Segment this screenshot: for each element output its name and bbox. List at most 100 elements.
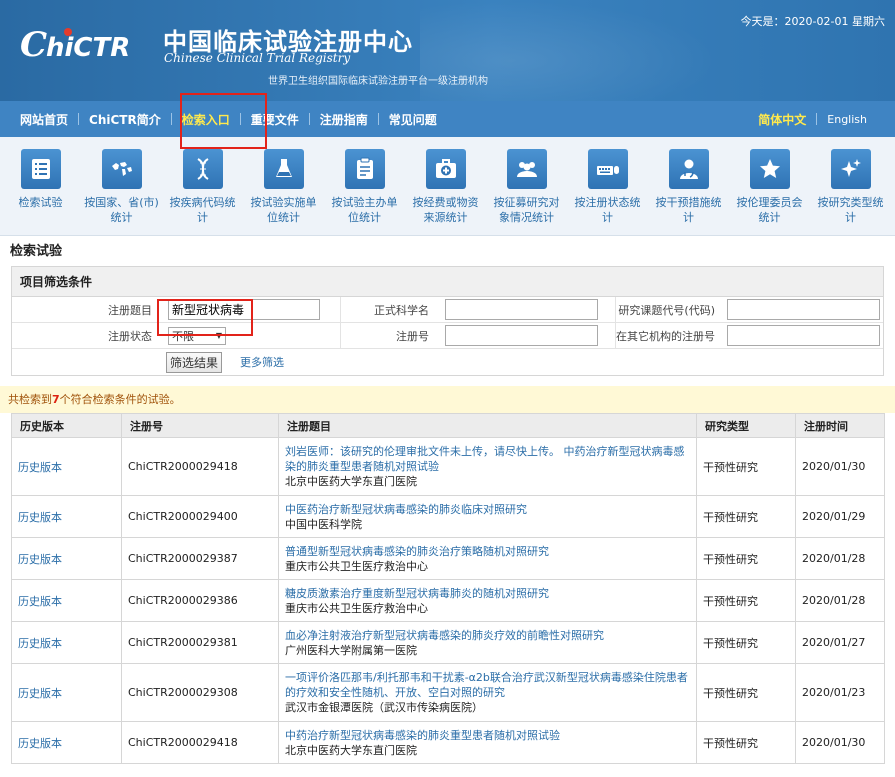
registration-date: 2020/01/29 bbox=[795, 495, 885, 538]
stat-label: 按国家、省(市)统计 bbox=[84, 196, 159, 224]
trial-title-link[interactable]: 血必净注射液治疗新型冠状病毒感染的肺炎疗效的前瞻性对照研究 bbox=[285, 628, 690, 643]
stat-label: 按经费或物资来源统计 bbox=[412, 196, 479, 224]
main-nav: 网站首页 ChiCTR简介 检索入口 重要文件 注册指南 常见问题 简体中文 E… bbox=[0, 101, 895, 137]
stat-label: 按试验主办单位统计 bbox=[331, 196, 398, 224]
col-title: 注册题目 bbox=[278, 413, 697, 438]
sparkle-icon bbox=[840, 159, 861, 177]
stat-by-intervention[interactable]: 按干预措施统计 bbox=[648, 149, 729, 235]
lang-en-link[interactable]: English bbox=[817, 113, 877, 126]
history-version-link[interactable]: 历史版本 bbox=[11, 437, 122, 496]
regno-input[interactable] bbox=[445, 325, 598, 346]
world-map-icon bbox=[111, 162, 132, 176]
table-header-row: 历史版本 注册号 注册题目 研究类型 注册时间 bbox=[11, 413, 885, 438]
stat-by-status[interactable]: 按注册状态统计 bbox=[567, 149, 648, 235]
doctor-icon bbox=[679, 159, 698, 179]
history-version-link[interactable]: 历史版本 bbox=[11, 495, 122, 538]
result-count: 7 bbox=[52, 393, 60, 406]
registration-number: ChiCTR2000029418 bbox=[121, 437, 279, 496]
list-icon bbox=[31, 159, 50, 179]
trial-organization: 北京中医药大学东直门医院 bbox=[285, 475, 417, 488]
nav-home[interactable]: 网站首页 bbox=[0, 111, 78, 128]
study-type: 干预性研究 bbox=[696, 721, 796, 764]
registration-date: 2020/01/27 bbox=[795, 621, 885, 664]
notice-suffix: 个符合检索条件的试验。 bbox=[59, 393, 181, 406]
study-type: 干预性研究 bbox=[696, 663, 796, 722]
site-tagline: 世界卫生组织国际临床试验注册平台一级注册机构 bbox=[268, 76, 488, 87]
history-version-link[interactable]: 历史版本 bbox=[11, 663, 122, 722]
trial-title-cell: 刘岩医师：该研究的伦理审批文件未上传，请尽快上传。 中药治疗新型冠状病毒感染的肺… bbox=[278, 437, 697, 496]
trial-organization: 北京中医药大学东直门医院 bbox=[285, 743, 417, 757]
reg-title-label: 注册题目 bbox=[108, 303, 152, 317]
nav-guide[interactable]: 注册指南 bbox=[310, 111, 378, 128]
stat-label: 按研究类型统计 bbox=[817, 196, 884, 224]
trial-title-cell: 血必净注射液治疗新型冠状病毒感染的肺炎疗效的前瞻性对照研究 广州医科大学附属第一医… bbox=[278, 621, 697, 664]
trial-title-link[interactable]: 一项评价洛匹那韦/利托那韦和干扰素-α2b联合治疗武汉新型冠状病毒感染住院患者的… bbox=[285, 670, 690, 700]
stat-by-country[interactable]: 按国家、省(市)统计 bbox=[81, 149, 162, 235]
trial-title-link[interactable]: 刘岩医师：该研究的伦理审批文件未上传，请尽快上传。 中药治疗新型冠状病毒感染的肺… bbox=[285, 444, 690, 474]
history-version-link[interactable]: 历史版本 bbox=[11, 537, 122, 580]
stat-by-sponsor[interactable]: 按试验主办单位统计 bbox=[324, 149, 405, 235]
stat-by-disease[interactable]: 按疾病代码统计 bbox=[162, 149, 243, 235]
star-icon bbox=[759, 159, 780, 178]
nav-about[interactable]: ChiCTR简介 bbox=[79, 111, 171, 128]
code-input[interactable] bbox=[727, 299, 880, 320]
stat-label: 按伦理委员会统计 bbox=[736, 196, 803, 224]
table-row: 历史版本 ChiCTR2000029400 中医药治疗新型冠状病毒感染的肺炎临床对照… bbox=[11, 495, 885, 538]
stat-label: 按注册状态统计 bbox=[574, 196, 641, 224]
other-regno-input[interactable] bbox=[727, 325, 880, 346]
result-count-notice: 共检索到7个符合检索条件的试验。 bbox=[0, 386, 895, 413]
study-type: 干预性研究 bbox=[696, 495, 796, 538]
registration-date: 2020/01/30 bbox=[795, 721, 885, 764]
registration-date: 2020/01/23 bbox=[795, 663, 885, 722]
trial-title-cell: 中医药治疗新型冠状病毒感染的肺炎临床对照研究 中国中医科学院 bbox=[278, 495, 697, 538]
registration-number: ChiCTR2000029386 bbox=[121, 579, 279, 622]
stat-label: 按试验实施单位统计 bbox=[250, 196, 317, 224]
status-label: 注册状态 bbox=[108, 329, 152, 343]
clipboard-icon bbox=[356, 157, 373, 179]
trial-title-cell: 中药治疗新型冠状病毒感染的肺炎重型患者随机对照试验 北京中医药大学东直门医院 bbox=[278, 721, 697, 764]
trial-title-link[interactable]: 中药治疗新型冠状病毒感染的肺炎重型患者随机对照试验 bbox=[285, 728, 690, 743]
nav-faq[interactable]: 常见问题 bbox=[379, 111, 447, 128]
more-filters-link[interactable]: 更多筛选 bbox=[240, 354, 284, 370]
table-row: 历史版本 ChiCTR2000029381 血必净注射液治疗新型冠状病毒感染的肺炎疗… bbox=[11, 621, 885, 664]
chictr-logo: C hiCTR bbox=[20, 25, 130, 65]
table-row: 历史版本 ChiCTR2000029308 一项评价洛匹那韦/利托那韦和干扰素-α2… bbox=[11, 663, 885, 722]
filter-submit-button[interactable]: 筛选结果 bbox=[166, 351, 223, 373]
history-version-link[interactable]: 历史版本 bbox=[11, 721, 122, 764]
trial-organization: 广州医科大学附属第一医院 bbox=[285, 643, 417, 657]
today-date: 今天是：2020-02-01 星期六 bbox=[740, 15, 885, 28]
registration-date: 2020/01/30 bbox=[795, 437, 885, 496]
stat-label: 检索试验 bbox=[18, 196, 63, 209]
filter-title: 项目筛选条件 bbox=[12, 267, 883, 297]
stat-by-recruitment[interactable]: 按征募研究对象情况统计 bbox=[486, 149, 567, 235]
keyboard-mouse-icon bbox=[596, 166, 619, 175]
col-regno: 注册号 bbox=[121, 413, 279, 438]
trial-title-cell: 普通型新型冠状病毒感染的肺炎治疗策略随机对照研究 重庆市公共卫生医疗救治中心 bbox=[278, 537, 697, 580]
trial-title-link[interactable]: 中医药治疗新型冠状病毒感染的肺炎临床对照研究 bbox=[285, 502, 690, 517]
site-title-en: Chinese Clinical Trial Registry bbox=[164, 51, 351, 65]
stat-by-institution[interactable]: 按试验实施单位统计 bbox=[243, 149, 324, 235]
stat-by-ethics[interactable]: 按伦理委员会统计 bbox=[729, 149, 810, 235]
study-type: 干预性研究 bbox=[696, 437, 796, 496]
stat-search-trials[interactable]: 检索试验 bbox=[0, 149, 81, 235]
stat-label: 按征募研究对象情况统计 bbox=[493, 196, 560, 224]
sci-name-input[interactable] bbox=[445, 299, 598, 320]
flask-icon bbox=[275, 159, 292, 177]
study-type: 干预性研究 bbox=[696, 537, 796, 580]
registration-date: 2020/01/28 bbox=[795, 579, 885, 622]
people-icon bbox=[516, 162, 537, 177]
lang-cn-link[interactable]: 简体中文 bbox=[748, 111, 816, 128]
table-row: 历史版本 ChiCTR2000029418 刘岩医师：该研究的伦理审批文件未上传，请… bbox=[11, 437, 885, 496]
study-type: 干预性研究 bbox=[696, 579, 796, 622]
registration-number: ChiCTR2000029308 bbox=[121, 663, 279, 722]
sci-name-label: 正式科学名 bbox=[374, 303, 429, 317]
svg-text:hiCTR: hiCTR bbox=[46, 33, 130, 63]
history-version-link[interactable]: 历史版本 bbox=[11, 621, 122, 664]
stat-by-funding[interactable]: 按经费或物资来源统计 bbox=[405, 149, 486, 235]
trial-title-link[interactable]: 糖皮质激素治疗重度新型冠状病毒肺炎的随机对照研究 bbox=[285, 586, 690, 601]
trial-title-link[interactable]: 普通型新型冠状病毒感染的肺炎治疗策略随机对照研究 bbox=[285, 544, 690, 559]
registration-number: ChiCTR2000029381 bbox=[121, 621, 279, 664]
regno-label: 注册号 bbox=[396, 329, 429, 343]
stat-by-study-type[interactable]: 按研究类型统计 bbox=[810, 149, 891, 235]
history-version-link[interactable]: 历史版本 bbox=[11, 579, 122, 622]
